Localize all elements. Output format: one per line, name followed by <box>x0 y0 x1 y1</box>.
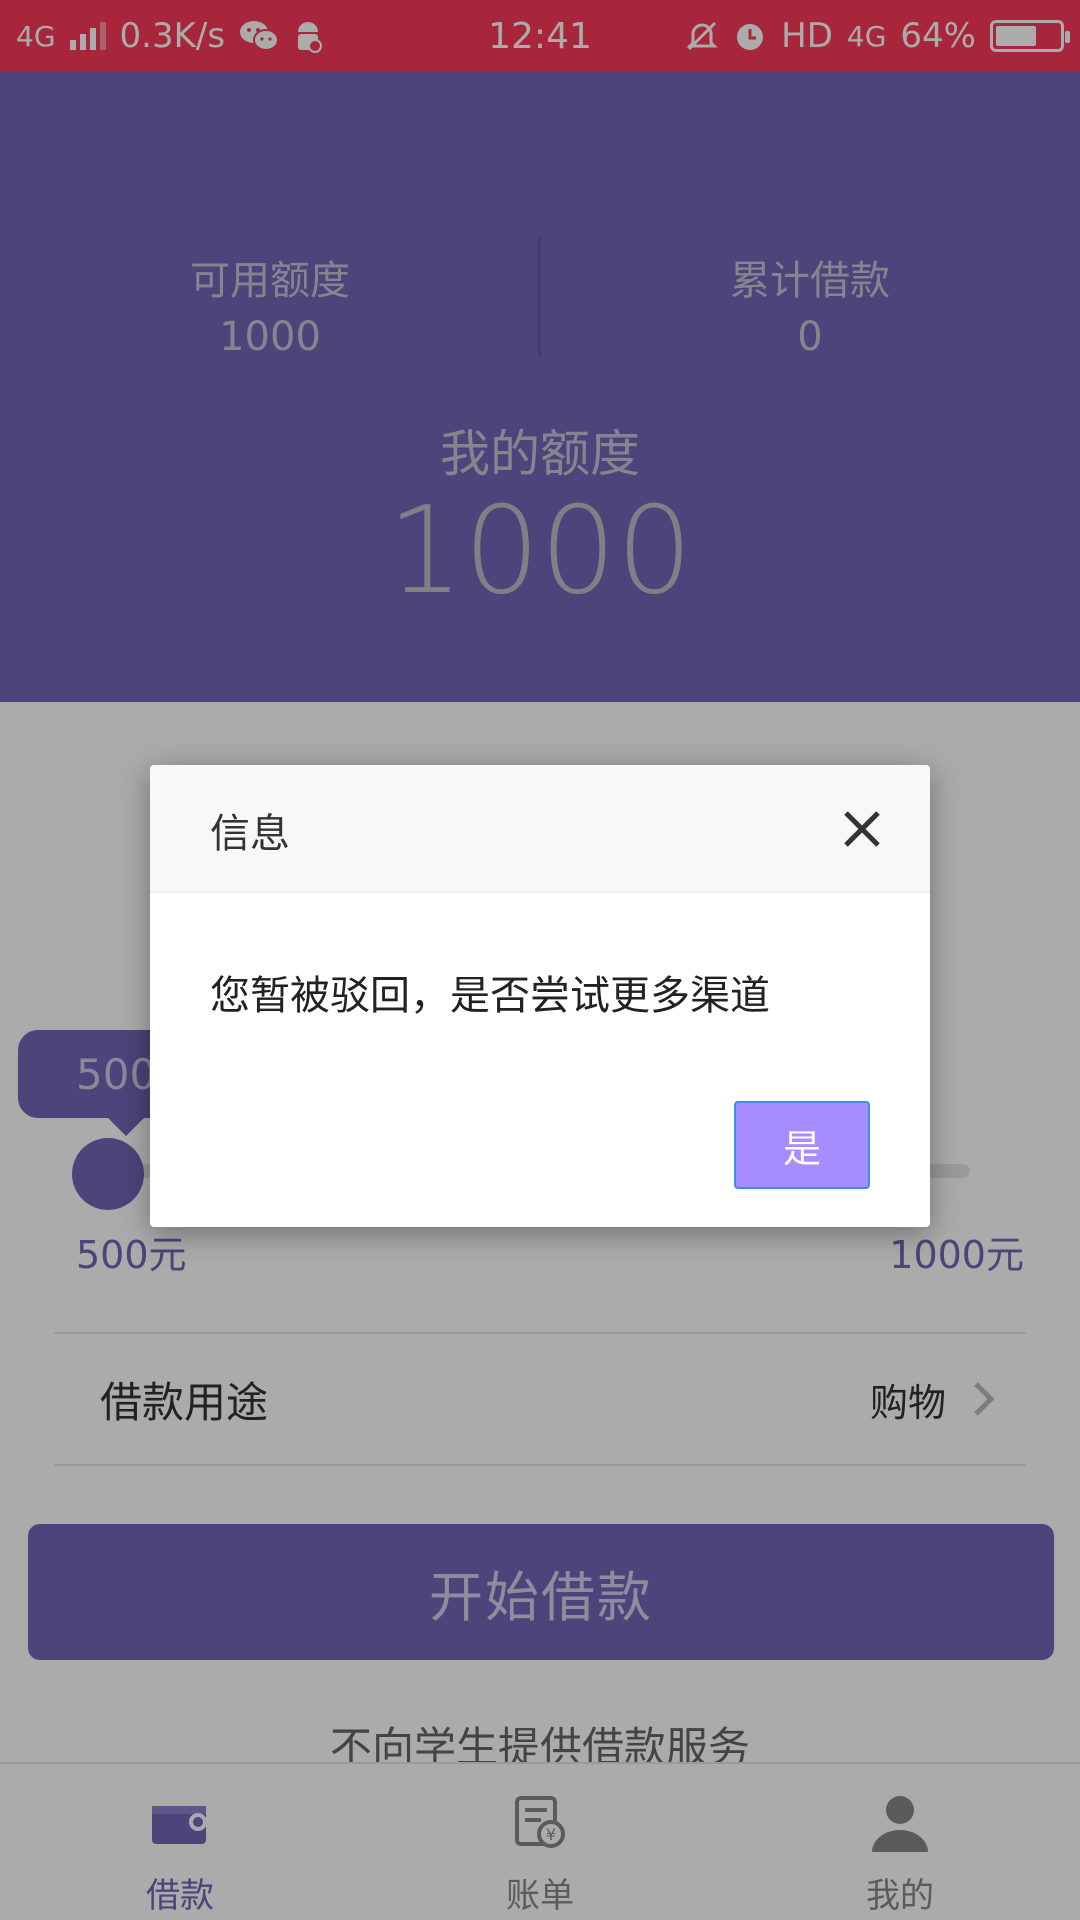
dialog-message: 您暂被驳回，是否尝试更多渠道 <box>210 973 770 1019</box>
close-icon[interactable] <box>840 807 884 851</box>
app-root: 4G 0.3K/s 12:41 HD 4G 64% 可用额度 1000 累计借款… <box>0 0 1080 1920</box>
info-dialog: 信息 您暂被驳回，是否尝试更多渠道 是 <box>150 765 930 1227</box>
dialog-title: 信息 <box>210 811 290 857</box>
dialog-header: 信息 <box>150 765 930 893</box>
confirm-yes-button[interactable]: 是 <box>734 1101 870 1189</box>
